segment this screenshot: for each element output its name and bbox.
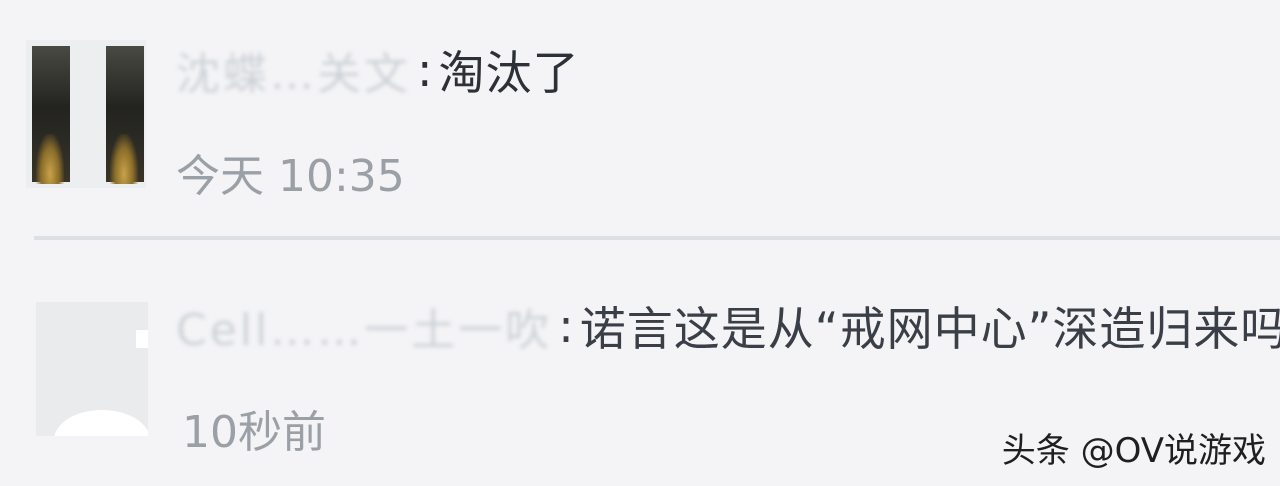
default-avatar-icon [54,410,148,436]
avatar[interactable] [36,302,148,436]
avatar[interactable] [26,40,146,188]
colon: : [417,43,433,97]
comment-timestamp: 10秒前 [182,407,326,458]
avatar-image-detail [136,330,148,348]
comment-timestamp: 今天 10:35 [176,151,405,202]
comment-item: 沈蝶…关文 : 淘汰了 今天 10:35 [0,0,1280,236]
username[interactable]: 沈蝶…关文 [176,38,411,102]
avatar-image-detail [36,134,64,184]
comment-text: 淘汰了 [438,46,580,100]
colon: : [558,299,574,353]
comment-text: 诺言这是从“戒网中心”深造归来吗? [579,302,1280,356]
username[interactable]: Cell……一土一吹 [176,294,552,358]
watermark: 头条 @OV说游戏 [1001,431,1266,471]
comment-line: 沈蝶…关文 : 淘汰了 [176,40,580,100]
comment-line: Cell……一土一吹 : 诺言这是从“戒网中心”深造归来吗? [176,294,1280,358]
avatar-image-detail [110,134,138,184]
